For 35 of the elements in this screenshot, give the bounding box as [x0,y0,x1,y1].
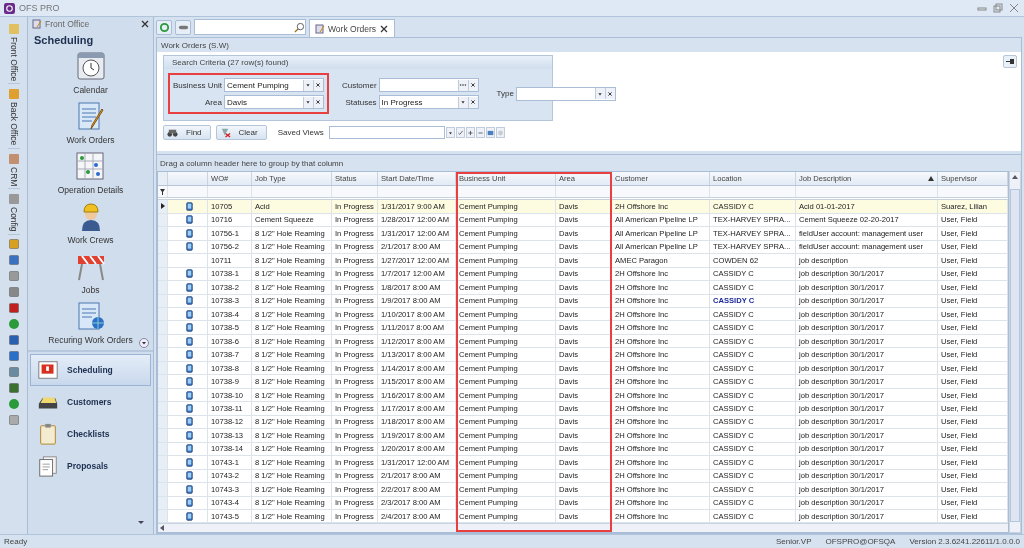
dropdown-field[interactable]: In Progress [378,95,479,109]
sidebar-item[interactable]: Work Crews [67,235,114,245]
nav-section-tab[interactable]: Config [8,206,19,232]
window-title: OFS PRO [19,3,61,13]
module-item[interactable]: Checklists [30,418,151,450]
field-label: Business Unit [173,80,222,90]
status-text: Ready [4,537,29,546]
module-item[interactable]: Proposals [30,450,151,482]
sidebar-item[interactable]: Calendar [73,85,108,95]
sidebar-title: Scheduling [33,33,95,48]
connection-name: OFSPRO@OFSQA [825,537,896,546]
panel-header: Front Office [45,19,91,29]
sidebar-item[interactable]: Operation Details [57,185,124,195]
clear-button[interactable]: Clear [215,125,267,140]
find-button[interactable]: Find [163,125,211,140]
group-by-hint: Drag a column header here to group by that column [159,157,345,170]
nav-section-tab[interactable]: Back Office [8,102,19,146]
sidebar-item[interactable]: Work Orders [66,135,115,145]
module-item[interactable]: Customers [30,386,151,418]
sidebar-item[interactable]: Jobs [81,285,100,295]
sidebar-item[interactable]: Recuring Work Orders [48,335,133,345]
field-label: Area [204,97,222,107]
field-label: Customer [341,80,377,90]
field-label: Saved Views [277,128,324,137]
dropdown-field[interactable]: Cement Pumping [223,78,324,92]
group-title: Search Criteria (27 row(s) found) [164,56,552,69]
version-text: Version 2.3.6241.22611/1.0.0.0 [909,537,1020,546]
field-label: Statuses [344,97,377,107]
dropdown-field[interactable]: Davis [223,95,324,109]
tab[interactable]: Work Orders [309,18,396,38]
nav-section-tab[interactable]: CRM [8,166,19,186]
field-label: Type [496,89,514,98]
user-name: Senior.VP [775,537,812,546]
module-item[interactable]: Scheduling [30,354,151,386]
nav-section-tab[interactable]: Front Office [8,37,19,82]
